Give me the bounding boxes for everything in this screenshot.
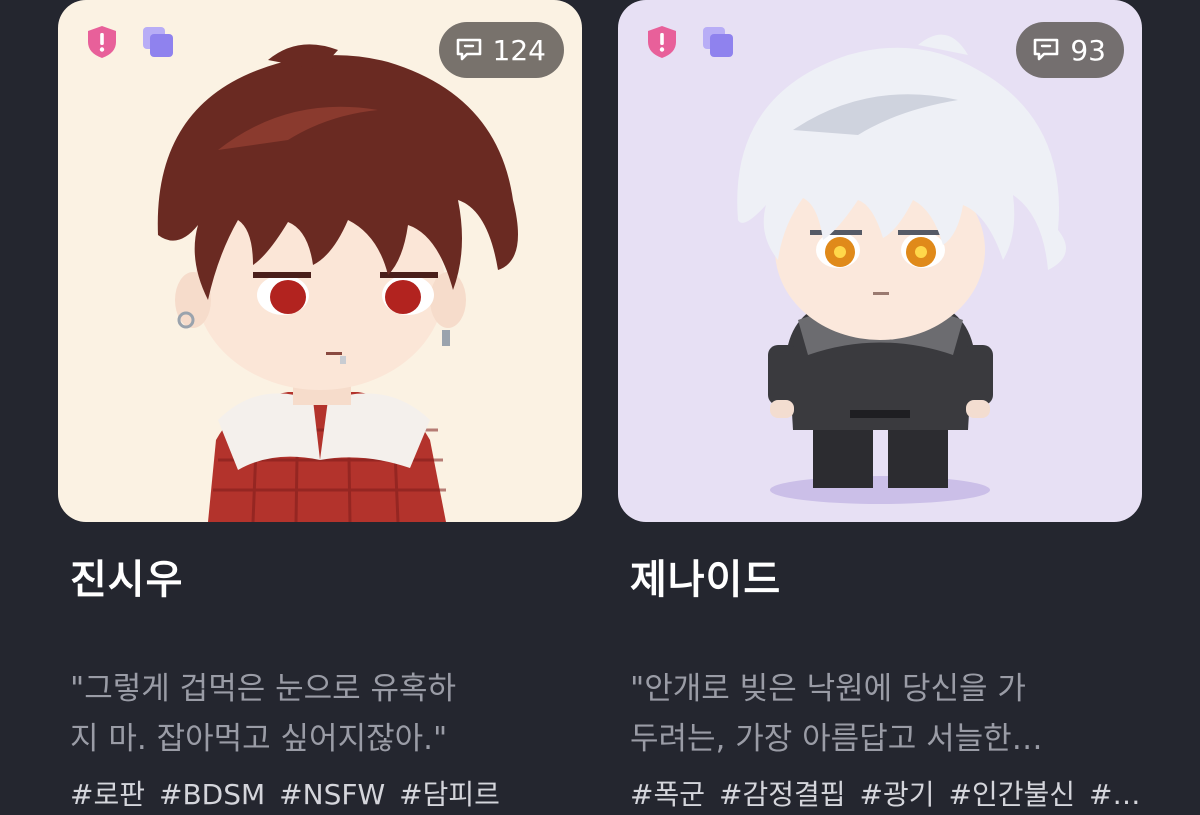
tag[interactable]: #… <box>1089 772 1140 815</box>
tag[interactable]: #담피르 <box>399 772 500 815</box>
character-description: "안개로 빚은 낙원에 당신을 가 두려는, 가장 아름답고 서늘한… <box>630 671 1043 757</box>
tag[interactable]: #감정결핍 <box>719 772 846 815</box>
tag-list: #폭군 #감정결핍 #광기 #인간불신 #… <box>630 772 1140 815</box>
shield-alert-icon <box>648 26 676 58</box>
chat-count-badge: 124 <box>438 22 564 78</box>
tag-list: #로판 #BDSM #NSFW #담피르 <box>70 772 580 815</box>
chat-count-value: 124 <box>492 33 546 67</box>
chat-bubble-icon <box>456 38 481 61</box>
tag[interactable]: #로판 <box>70 772 145 815</box>
chat-count-value: 93 <box>1070 33 1106 67</box>
tag[interactable]: #광기 <box>860 772 935 815</box>
character-card[interactable]: 93 제나이드 "안개로 빚은 낙원에 당신을 가 두려는, 가장 아름답고 서… <box>618 0 1142 815</box>
tag[interactable]: #폭군 <box>630 772 705 815</box>
tag[interactable]: #인간불신 <box>948 772 1075 815</box>
character-name: 진시우 <box>70 557 184 603</box>
character-thumbnail[interactable]: 93 <box>618 0 1142 522</box>
chat-count-badge: 93 <box>1016 22 1124 78</box>
tag[interactable]: #BDSM <box>159 772 265 815</box>
character-portrait <box>737 34 1066 504</box>
character-portrait <box>157 44 518 522</box>
character-name: 제나이드 <box>630 557 782 603</box>
chat-bubble-icon <box>1034 38 1059 61</box>
character-card[interactable]: 124 진시우 "그렇게 겁먹은 눈으로 유혹하 지 마. 잡아먹고 싶어지잖아… <box>58 0 582 815</box>
tag[interactable]: #NSFW <box>279 772 385 815</box>
character-grid: 124 진시우 "그렇게 겁먹은 눈으로 유혹하 지 마. 잡아먹고 싶어지잖아… <box>0 0 1200 815</box>
shield-alert-icon <box>88 26 116 58</box>
character-description: "그렇게 겁먹은 눈으로 유혹하 지 마. 잡아먹고 싶어지잖아." <box>70 671 457 757</box>
character-thumbnail[interactable]: 124 <box>58 0 582 522</box>
multi-image-icon <box>143 27 173 57</box>
multi-image-icon <box>703 27 733 57</box>
